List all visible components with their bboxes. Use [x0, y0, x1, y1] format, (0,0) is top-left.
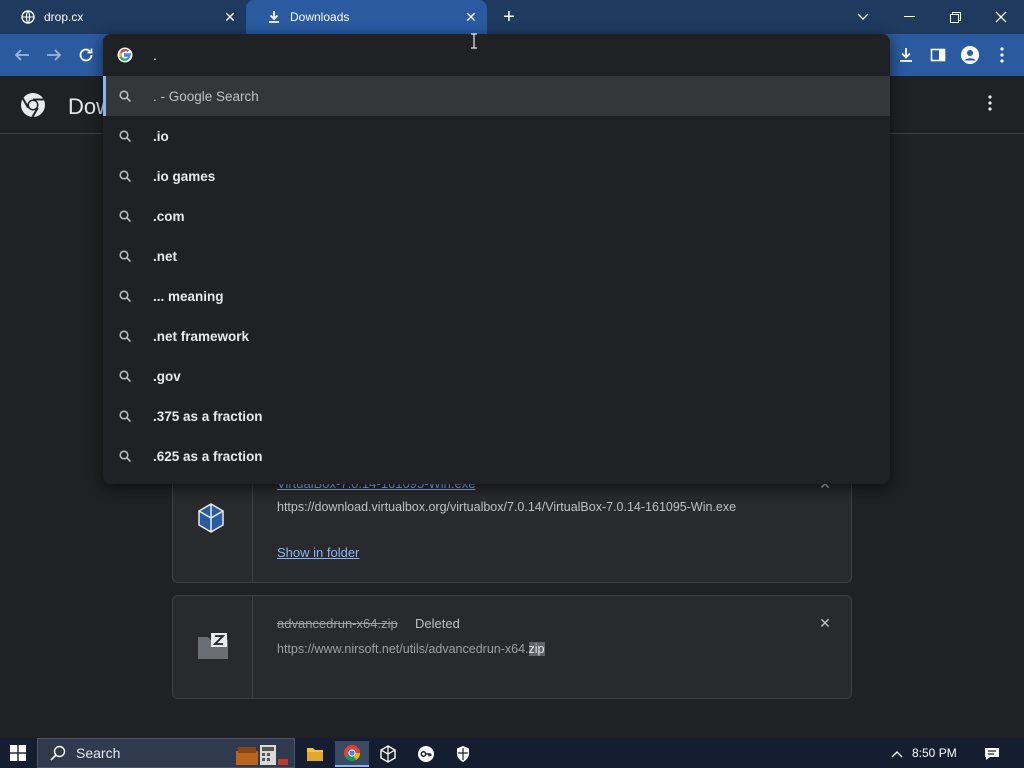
search-icon	[117, 128, 133, 144]
taskbar-clock[interactable]: 8:50 PM	[912, 738, 957, 768]
download-status: Deleted	[415, 616, 460, 631]
suggestion-item[interactable]: .io	[103, 116, 890, 156]
download-filename: advancedrun-x64.zip	[277, 616, 398, 631]
suggestion-text: .io	[153, 128, 169, 144]
text-cursor-icon	[470, 33, 478, 49]
remove-download-icon[interactable]: ✕	[817, 615, 833, 631]
security-shield-icon[interactable]	[446, 741, 480, 767]
search-icon	[50, 745, 66, 761]
close-icon[interactable]: ✕	[463, 9, 479, 25]
downloads-button[interactable]	[893, 42, 919, 68]
tab-title: drop.cx	[44, 10, 84, 24]
suggestion-item[interactable]: ... meaning	[103, 276, 890, 316]
omnibox-dropdown: . - Google Search .io .io games .com .ne…	[103, 34, 890, 484]
tab-search-chevron-icon[interactable]	[840, 0, 886, 34]
search-icon	[117, 408, 133, 424]
close-window-button[interactable]	[978, 0, 1024, 34]
suggestion-text: .io games	[153, 168, 216, 184]
more-options-icon[interactable]	[980, 94, 1000, 116]
windows-start-button[interactable]	[0, 738, 36, 768]
virtualbox-icon	[197, 502, 225, 534]
key-app-icon[interactable]	[409, 741, 443, 767]
taskbar: Search 8:50 PM	[0, 738, 1024, 768]
suggestion-item[interactable]: .gov	[103, 356, 890, 396]
suggestion-item[interactable]: .625 as a fraction	[103, 436, 890, 476]
download-url-prefix: https://www.nirsoft.net/utils/advancedru…	[277, 642, 529, 656]
side-panel-button[interactable]	[925, 42, 951, 68]
download-url[interactable]: https://download.virtualbox.org/virtualb…	[277, 500, 736, 514]
tab-strip: drop.cx ✕ Downloads ✕ +	[0, 0, 1024, 34]
search-icon	[117, 328, 133, 344]
search-icon	[117, 208, 133, 224]
kebab-menu-icon[interactable]	[989, 42, 1015, 68]
suggestion-text: .gov	[153, 368, 181, 384]
download-item: advancedrun-x64.zip Deleted ✕ https://ww…	[172, 595, 852, 699]
search-icon	[117, 248, 133, 264]
suggestion-item[interactable]: .com	[103, 196, 890, 236]
search-icon	[117, 88, 133, 104]
search-highlight-icon	[234, 741, 290, 767]
suggestion-text: .com	[153, 208, 185, 224]
search-icon	[117, 168, 133, 184]
chrome-taskbar-icon[interactable]	[335, 741, 369, 767]
taskbar-search-label: Search	[76, 745, 121, 761]
suggestion-text: .625 as a fraction	[153, 448, 263, 464]
suggestion-text: . - Google Search	[153, 88, 259, 104]
profile-avatar[interactable]	[957, 42, 983, 68]
search-icon	[117, 368, 133, 384]
search-icon	[117, 288, 133, 304]
chrome-logo-icon	[20, 92, 46, 118]
suggestion-text: .net framework	[153, 328, 250, 344]
search-icon	[117, 448, 133, 464]
file-icon-column	[173, 596, 253, 698]
back-button[interactable]	[9, 42, 35, 68]
omnibox-input[interactable]	[153, 46, 753, 64]
restore-button[interactable]	[932, 0, 978, 34]
tab-title: Downloads	[290, 10, 350, 24]
chevron-up-icon[interactable]	[882, 741, 912, 767]
google-g-icon	[117, 47, 133, 63]
globe-icon	[20, 9, 36, 25]
zip-file-icon	[197, 632, 229, 660]
minimize-button[interactable]	[886, 0, 932, 34]
suggestion-item[interactable]: .net framework	[103, 316, 890, 356]
notification-icon[interactable]	[978, 741, 1006, 767]
suggestion-item[interactable]: .375 as a fraction	[103, 396, 890, 436]
tab-downloads[interactable]: Downloads ✕	[246, 0, 487, 34]
suggestion-text: .net	[153, 248, 178, 264]
tab-drop-cx[interactable]: drop.cx ✕	[0, 0, 246, 34]
close-icon[interactable]: ✕	[222, 9, 238, 25]
suggestion-item[interactable]: .net	[103, 236, 890, 276]
download-url[interactable]: https://www.nirsoft.net/utils/advancedru…	[277, 642, 545, 656]
taskbar-search-box[interactable]: Search	[37, 738, 295, 768]
new-tab-button[interactable]: +	[498, 6, 520, 28]
suggestion-text: ... meaning	[153, 288, 224, 304]
forward-button[interactable]	[41, 42, 67, 68]
suggestion-text: .375 as a fraction	[153, 408, 263, 424]
file-explorer-icon[interactable]	[298, 741, 332, 767]
suggestion-item[interactable]: .io games	[103, 156, 890, 196]
download-url-selected-text: zip	[528, 642, 545, 656]
virtualbox-taskbar-icon[interactable]	[371, 741, 405, 767]
reload-button[interactable]	[73, 42, 99, 68]
show-in-folder-link[interactable]: Show in folder	[277, 545, 359, 560]
suggestion-item[interactable]: . - Google Search	[103, 76, 890, 116]
omnibox[interactable]	[103, 34, 890, 76]
download-icon	[266, 9, 282, 25]
